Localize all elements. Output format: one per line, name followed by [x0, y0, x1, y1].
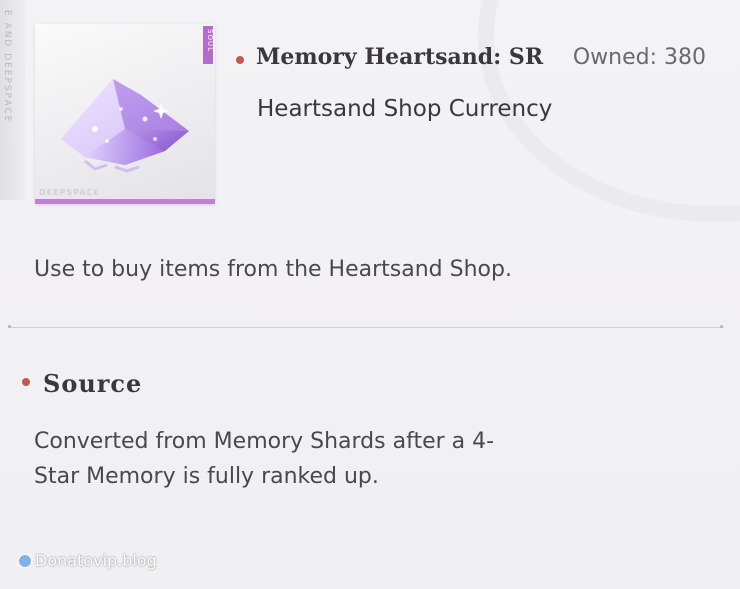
rarity-bar: [35, 199, 215, 204]
item-icon-card: SOUL DEEPSPACE: [35, 24, 215, 204]
divider-end-dot: [8, 325, 11, 328]
watermark-text: Donatovip.blog: [35, 551, 157, 570]
divider-end-dot: [720, 325, 723, 328]
bullet-dot-icon: [236, 56, 244, 64]
section-divider: [8, 327, 724, 328]
item-description: Use to buy items from the Heartsand Shop…: [34, 257, 512, 282]
watermark-dot-icon: [18, 553, 32, 568]
item-type: Heartsand Shop Currency: [257, 96, 553, 122]
item-name: Memory Heartsand: SR: [256, 44, 544, 70]
item-detail-panel: E AND DEEPSPACE SOUL DEEPSPACE Memory He…: [0, 0, 740, 589]
side-strip-text: E AND DEEPSPACE: [2, 10, 12, 124]
source-heading: Source: [43, 369, 143, 398]
source-description: Converted from Memory Shards after a 4-S…: [34, 429, 495, 489]
card-brand-label: DEEPSPACE: [39, 188, 100, 197]
rarity-tag-label: SOUL: [206, 29, 214, 52]
heartsand-crystal-icon: [61, 79, 189, 173]
owned-count: Owned: 380: [572, 45, 706, 70]
watermark: Donatovip.blog: [18, 551, 157, 570]
bullet-dot-icon: [22, 378, 30, 386]
